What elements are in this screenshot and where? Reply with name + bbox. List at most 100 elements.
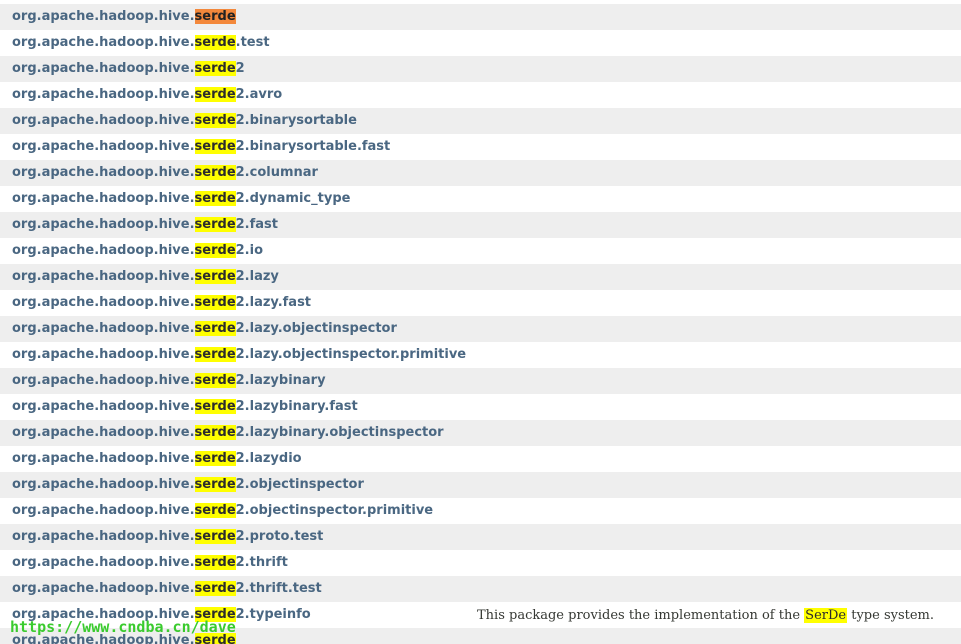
- package-row: org.apache.hadoop.hive.serde2.lazydio: [0, 446, 961, 472]
- package-row: org.apache.hadoop.hive.serde.test: [0, 30, 961, 56]
- package-suffix: 2.typeinfo: [235, 607, 311, 622]
- package-link[interactable]: org.apache.hadoop.hive.serde2.objectinsp…: [12, 472, 364, 498]
- package-suffix: 2.lazybinary: [235, 373, 326, 388]
- package-link[interactable]: org.apache.hadoop.hive.serde2.lazy.objec…: [12, 316, 397, 342]
- package-prefix: org.apache.hadoop.hive.: [12, 191, 195, 206]
- package-link[interactable]: org.apache.hadoop.hive.serde: [12, 4, 236, 30]
- match-highlight: serde: [194, 139, 236, 154]
- match-highlight: serde: [194, 425, 236, 440]
- match-highlight: serde: [194, 451, 236, 466]
- package-row: org.apache.hadoop.hive.serde2.fast: [0, 212, 961, 238]
- package-link[interactable]: org.apache.hadoop.hive.serde2.lazy.objec…: [12, 342, 466, 368]
- package-row: org.apache.hadoop.hive.serde2.objectinsp…: [0, 472, 961, 498]
- package-suffix: 2.lazy.objectinspector: [235, 321, 397, 336]
- package-suffix: 2.objectinspector.primitive: [235, 503, 434, 518]
- package-prefix: org.apache.hadoop.hive.: [12, 139, 195, 154]
- package-row: org.apache.hadoop.hive.serde2.binarysort…: [0, 134, 961, 160]
- package-suffix: 2.avro: [235, 87, 283, 102]
- match-highlight: serde: [194, 165, 236, 180]
- package-link[interactable]: org.apache.hadoop.hive.serde2.avro: [12, 82, 282, 108]
- description-text: type system.: [847, 608, 935, 623]
- match-highlight: serde: [194, 295, 236, 310]
- match-highlight: serde: [194, 529, 236, 544]
- package-prefix: org.apache.hadoop.hive.: [12, 555, 195, 570]
- match-highlight: serde: [194, 217, 236, 232]
- match-highlight: serde: [194, 113, 236, 128]
- package-row: org.apache.hadoop.hive.serde2.thrift.tes…: [0, 576, 961, 602]
- package-link[interactable]: org.apache.hadoop.hive.serde2.lazy.fast: [12, 290, 311, 316]
- package-prefix: org.apache.hadoop.hive.: [12, 243, 195, 258]
- package-row: org.apache.hadoop.hive.serde2.lazybinary…: [0, 420, 961, 446]
- package-prefix: org.apache.hadoop.hive.: [12, 477, 195, 492]
- package-suffix: 2.fast: [235, 217, 279, 232]
- package-prefix: org.apache.hadoop.hive.: [12, 347, 195, 362]
- package-link[interactable]: org.apache.hadoop.hive.serde2.thrift.tes…: [12, 576, 322, 602]
- package-row: org.apache.hadoop.hive.serde2.proto.test: [0, 524, 961, 550]
- package-prefix: org.apache.hadoop.hive.: [12, 295, 195, 310]
- match-highlight: serde: [194, 581, 236, 596]
- package-link[interactable]: org.apache.hadoop.hive.serde2.columnar: [12, 160, 318, 186]
- package-suffix: 2.objectinspector: [235, 477, 364, 492]
- package-prefix: org.apache.hadoop.hive.: [12, 9, 195, 24]
- package-link[interactable]: org.apache.hadoop.hive.serde2.objectinsp…: [12, 498, 433, 524]
- package-row: org.apache.hadoop.hive.serde2.lazy.objec…: [0, 316, 961, 342]
- package-prefix: org.apache.hadoop.hive.: [12, 217, 195, 232]
- match-highlight: serde: [194, 269, 236, 284]
- package-link[interactable]: org.apache.hadoop.hive.serde2.lazy: [12, 264, 279, 290]
- package-suffix: 2.lazy.objectinspector.primitive: [235, 347, 467, 362]
- package-link[interactable]: org.apache.hadoop.hive.serde2.binarysort…: [12, 108, 357, 134]
- package-row: org.apache.hadoop.hive.serde: [0, 4, 961, 30]
- package-link[interactable]: org.apache.hadoop.hive.serde2.fast: [12, 212, 278, 238]
- match-highlight: serde: [194, 555, 236, 570]
- package-suffix: 2.binarysortable: [235, 113, 357, 128]
- match-highlight: serde: [194, 347, 236, 362]
- package-search-results: org.apache.hadoop.hive.serde org.apache.h…: [0, 0, 961, 644]
- package-link[interactable]: org.apache.hadoop.hive.serde2.io: [12, 238, 263, 264]
- package-link[interactable]: org.apache.hadoop.hive.serde.test: [12, 30, 270, 56]
- package-prefix: org.apache.hadoop.hive.: [12, 373, 195, 388]
- package-row: org.apache.hadoop.hive.serde2.avro: [0, 82, 961, 108]
- package-description: This package provides the implementation…: [477, 603, 934, 629]
- package-suffix: 2: [235, 61, 245, 76]
- package-row: org.apache.hadoop.hive.serde2.columnar: [0, 160, 961, 186]
- package-prefix: org.apache.hadoop.hive.: [12, 503, 195, 518]
- match-highlight: serde: [194, 399, 236, 414]
- package-link[interactable]: org.apache.hadoop.hive.serde2.thrift: [12, 550, 288, 576]
- package-row: org.apache.hadoop.hive.serde2.lazy: [0, 264, 961, 290]
- package-suffix: 2.columnar: [235, 165, 318, 180]
- watermark: https://www.cndba.cn/dave: [10, 618, 236, 636]
- package-row: org.apache.hadoop.hive.serde2.lazybinary…: [0, 394, 961, 420]
- package-row: org.apache.hadoop.hive.serde2.dynamic_ty…: [0, 186, 961, 212]
- package-prefix: org.apache.hadoop.hive.: [12, 399, 195, 414]
- match-highlight: serde: [194, 61, 236, 76]
- package-row: org.apache.hadoop.hive.serde2.io: [0, 238, 961, 264]
- package-row: org.apache.hadoop.hive.serde2.objectinsp…: [0, 498, 961, 524]
- package-link[interactable]: org.apache.hadoop.hive.serde2.dynamic_ty…: [12, 186, 350, 212]
- package-link[interactable]: org.apache.hadoop.hive.serde2.lazybinary…: [12, 394, 358, 420]
- package-suffix: 2.lazybinary.objectinspector: [235, 425, 444, 440]
- package-link[interactable]: org.apache.hadoop.hive.serde2: [12, 56, 245, 82]
- package-row: org.apache.hadoop.hive.serde2: [0, 56, 961, 82]
- package-row: org.apache.hadoop.hive.serde2.lazybinary: [0, 368, 961, 394]
- package-row: org.apache.hadoop.hive.serde2.lazy.fast: [0, 290, 961, 316]
- package-link[interactable]: org.apache.hadoop.hive.serde2.lazybinary: [12, 368, 326, 394]
- package-prefix: org.apache.hadoop.hive.: [12, 165, 195, 180]
- description-text: This package provides the implementation…: [477, 608, 805, 623]
- current-match-highlight: serde: [194, 9, 236, 24]
- package-prefix: org.apache.hadoop.hive.: [12, 61, 195, 76]
- package-link[interactable]: org.apache.hadoop.hive.serde2.binarysort…: [12, 134, 390, 160]
- package-prefix: org.apache.hadoop.hive.: [12, 451, 195, 466]
- description-match-highlight: SerDe: [804, 608, 848, 623]
- package-link[interactable]: org.apache.hadoop.hive.serde2.lazydio: [12, 446, 302, 472]
- package-prefix: org.apache.hadoop.hive.: [12, 35, 195, 50]
- package-prefix: org.apache.hadoop.hive.: [12, 581, 195, 596]
- package-suffix: 2.thrift.test: [235, 581, 322, 596]
- package-link[interactable]: org.apache.hadoop.hive.serde2.proto.test: [12, 524, 323, 550]
- match-highlight: serde: [194, 87, 236, 102]
- package-row: org.apache.hadoop.hive.serde2.lazy.objec…: [0, 342, 961, 368]
- match-highlight: serde: [194, 321, 236, 336]
- package-suffix: 2.thrift: [235, 555, 288, 570]
- package-suffix: 2.lazybinary.fast: [235, 399, 358, 414]
- package-link[interactable]: org.apache.hadoop.hive.serde2.lazybinary…: [12, 420, 444, 446]
- match-highlight: serde: [194, 191, 236, 206]
